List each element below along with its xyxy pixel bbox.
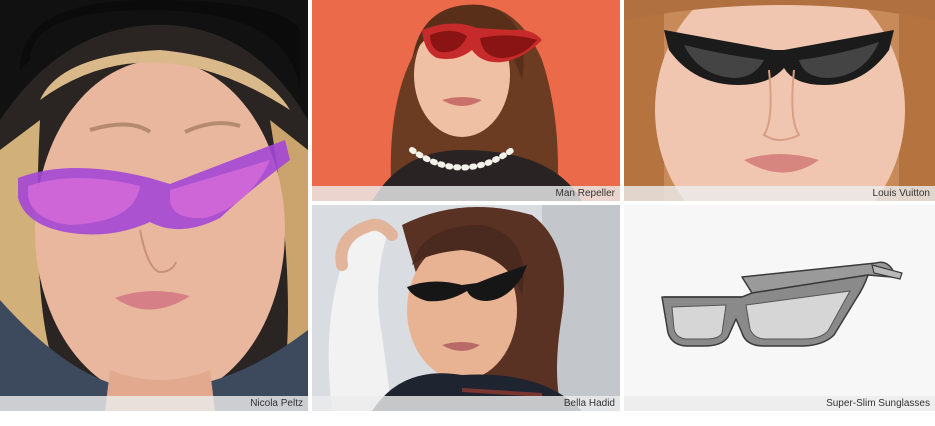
- caption-man-repeller: Man Repeller: [312, 186, 620, 201]
- photo-man-repeller: Man Repeller: [312, 0, 620, 201]
- photo-bella-hadid: Bella Hadid: [312, 205, 620, 411]
- caption-super-slim-sunglasses: Super-Slim Sunglasses: [624, 396, 935, 411]
- caption-louis-vuitton: Louis Vuitton: [624, 186, 935, 201]
- louis-vuitton-photo-art: [624, 0, 935, 201]
- photo-nicola-peltz: Nicola Peltz: [0, 0, 308, 411]
- caption-nicola-peltz: Nicola Peltz: [0, 396, 308, 411]
- man-repeller-photo-art: [312, 0, 620, 201]
- illustration-super-slim-sunglasses: Super-Slim Sunglasses: [624, 205, 935, 411]
- sunglasses-sketch-icon: [624, 205, 935, 411]
- bella-hadid-photo-art: [312, 205, 620, 411]
- caption-bella-hadid: Bella Hadid: [312, 396, 620, 411]
- nicola-peltz-photo-art: [0, 0, 308, 411]
- photo-louis-vuitton: Louis Vuitton: [624, 0, 935, 201]
